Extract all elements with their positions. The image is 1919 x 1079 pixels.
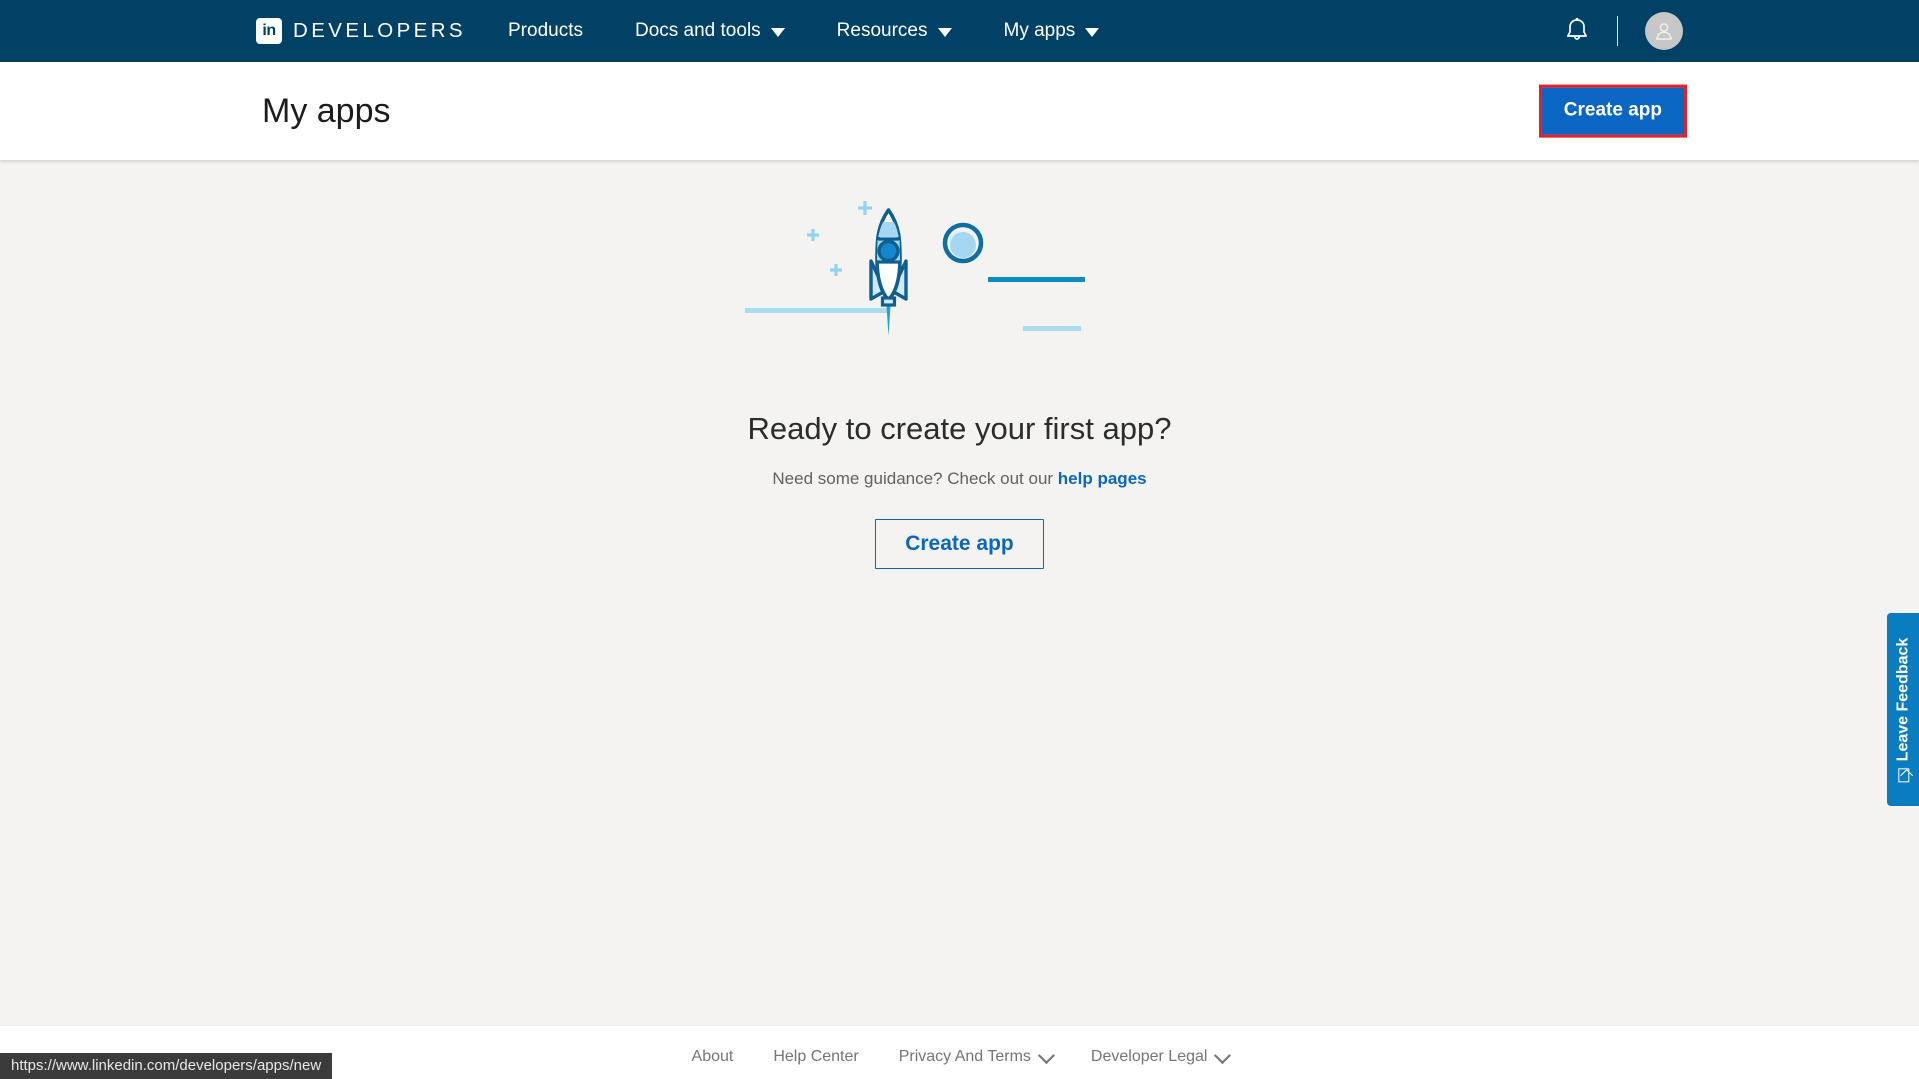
empty-state-headline: Ready to create your first app?: [747, 411, 1172, 446]
subtext-prefix: Need some guidance? Check out our: [772, 469, 1058, 488]
footer-link-privacy-and-terms[interactable]: Privacy And Terms: [898, 1047, 1055, 1066]
chevron-down-icon: [1214, 1047, 1232, 1065]
footer-link-label: About: [691, 1048, 734, 1065]
brand-logo[interactable]: in DEVELOPERS: [256, 18, 466, 44]
chevron-down-icon: [770, 27, 785, 37]
help-pages-link[interactable]: help pages: [1058, 469, 1147, 488]
footer-link-label: Developer Legal: [1090, 1048, 1208, 1065]
footer-link-about[interactable]: About: [692, 1048, 734, 1066]
create-app-button-header[interactable]: Create app: [1541, 87, 1684, 135]
nav-right-cluster: [1564, 12, 1919, 50]
browser-status-bar-url: https://www.linkedin.com/developers/apps…: [0, 1053, 333, 1079]
footer-link-label: Help Center: [773, 1048, 859, 1065]
page-title: My apps: [262, 91, 391, 130]
leave-feedback-tab[interactable]: Leave Feedback: [1887, 613, 1919, 806]
nav-item-docs-and-tools[interactable]: Docs and tools: [609, 20, 811, 42]
brand-name: DEVELOPERS: [293, 19, 466, 42]
nav-item-products[interactable]: Products: [508, 20, 609, 42]
notification-bell-icon[interactable]: [1564, 17, 1590, 45]
chevron-down-icon: [1037, 1047, 1055, 1065]
nav-item-resources[interactable]: Resources: [811, 20, 978, 42]
page-title-bar: My apps Create app: [0, 62, 1919, 160]
primary-nav-links: Products Docs and tools Resources My app…: [508, 20, 1125, 42]
nav-label: My apps: [1003, 20, 1076, 41]
nav-label: Products: [508, 20, 583, 41]
footer-links: About Help Center Privacy And Terms Deve…: [692, 1047, 1232, 1066]
top-navigation-bar: in DEVELOPERS Products Docs and tools Re…: [0, 0, 1919, 62]
footer-link-label: Privacy And Terms: [898, 1048, 1031, 1065]
nav-label: Docs and tools: [634, 20, 761, 41]
linkedin-logo-icon: in: [256, 18, 282, 44]
leave-feedback-inner: Leave Feedback: [1894, 637, 1912, 782]
leave-feedback-label: Leave Feedback: [1894, 637, 1911, 761]
envelope-icon: [1897, 767, 1909, 782]
chevron-down-icon: [1085, 27, 1100, 37]
footer-link-help-center[interactable]: Help Center: [773, 1048, 858, 1066]
nav-item-my-apps[interactable]: My apps: [978, 20, 1126, 42]
nav-divider: [1617, 16, 1618, 46]
rocket-launch-illustration: [744, 196, 1175, 391]
chevron-down-icon: [937, 27, 952, 37]
create-app-highlight: Create app: [1538, 84, 1687, 138]
empty-state-subtext: Need some guidance? Check out our help p…: [772, 469, 1146, 489]
footer-link-developer-legal[interactable]: Developer Legal: [1090, 1047, 1232, 1066]
create-app-button-main[interactable]: Create app: [875, 519, 1044, 569]
nav-label: Resources: [836, 20, 928, 41]
user-avatar-icon[interactable]: [1645, 12, 1683, 50]
main-content: Ready to create your first app? Need som…: [0, 160, 1919, 1025]
